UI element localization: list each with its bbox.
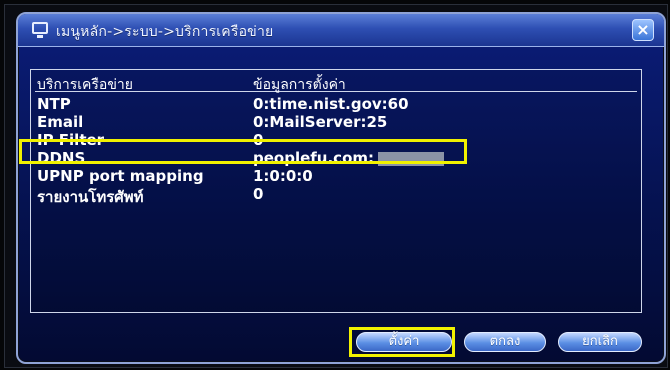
- service-name: UPNP port mapping: [37, 167, 204, 185]
- breadcrumb-title: เมนูหลัก->ระบบ->บริการเครือข่าย: [56, 24, 274, 40]
- ok-button[interactable]: ตกลง: [464, 332, 546, 352]
- table-row-email[interactable]: Email 0:MailServer:25: [35, 113, 637, 131]
- service-name: รายงานโทรศัพท์: [37, 188, 144, 206]
- ddns-highlight-box: [19, 139, 467, 164]
- table-row-phone-report[interactable]: รายงานโทรศัพท์ 0: [35, 185, 637, 206]
- network-services-window: เมนูหลัก->ระบบ->บริการเครือข่าย × บริการ…: [16, 12, 666, 364]
- service-name: NTP: [37, 95, 71, 113]
- service-value: 0:MailServer:25: [253, 113, 388, 131]
- close-icon[interactable]: ×: [632, 19, 654, 41]
- column-header-service: บริการเครือข่าย: [37, 77, 133, 93]
- column-header-settings: ข้อมูลการตั้งค่า: [253, 77, 346, 93]
- monitor-icon: [32, 22, 48, 38]
- service-value: 1:0:0:0: [253, 167, 313, 185]
- setup-highlight-box: [349, 327, 455, 357]
- service-value: 0:time.nist.gov:60: [253, 95, 409, 113]
- table-row-upnp[interactable]: UPNP port mapping 1:0:0:0: [35, 167, 637, 185]
- table-header: บริการเครือข่าย ข้อมูลการตั้งค่า: [35, 73, 637, 93]
- service-value: 0: [253, 185, 264, 203]
- title-bar: เมนูหลัก->ระบบ->บริการเครือข่าย ×: [18, 14, 664, 47]
- table-row-ntp[interactable]: NTP 0:time.nist.gov:60: [35, 95, 637, 113]
- cancel-button[interactable]: ยกเลิก: [558, 332, 642, 352]
- service-name: Email: [37, 113, 84, 131]
- network-services-table: บริการเครือข่าย ข้อมูลการตั้งค่า NTP 0:t…: [30, 69, 642, 313]
